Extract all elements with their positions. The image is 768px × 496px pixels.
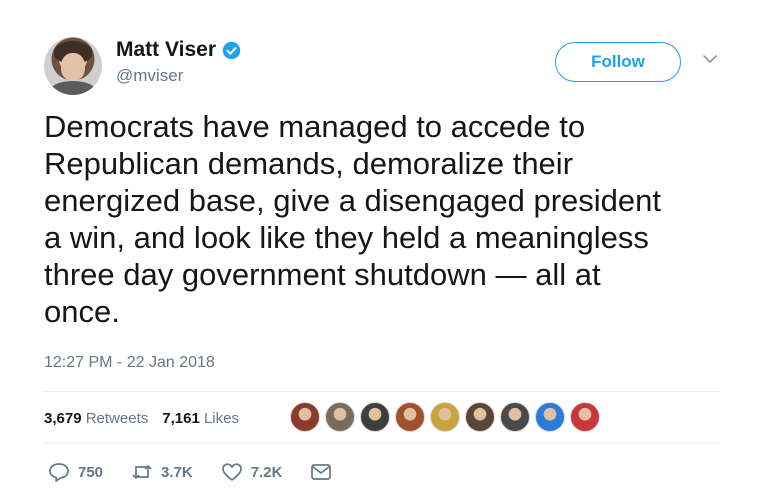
tweet-text: Democrats have managed to accede to Repu… bbox=[44, 109, 662, 329]
likers-avatars bbox=[290, 402, 600, 432]
direct-message-icon bbox=[311, 464, 332, 480]
retweet-icon bbox=[132, 465, 152, 479]
liker-avatar-8[interactable] bbox=[535, 402, 565, 432]
liker-avatar-6[interactable] bbox=[465, 402, 495, 432]
tweet-stats: 3,679 Retweets 7,161 Likes bbox=[44, 410, 239, 427]
retweets-stat[interactable]: 3,679 Retweets bbox=[44, 410, 148, 427]
divider-top bbox=[44, 391, 720, 392]
like-button[interactable]: 7.2K bbox=[221, 462, 283, 482]
author-display-name[interactable]: Matt Viser bbox=[116, 38, 241, 62]
divider-bottom bbox=[44, 443, 720, 444]
verified-icon bbox=[222, 41, 241, 59]
liker-avatar-5[interactable] bbox=[430, 402, 460, 432]
liker-avatar-4[interactable] bbox=[395, 402, 425, 432]
liker-avatar-7[interactable] bbox=[500, 402, 530, 432]
avatar-shirt bbox=[50, 81, 96, 95]
tweet-actions: 750 3.7K 7.2K bbox=[48, 462, 360, 482]
likes-stat[interactable]: 7,161 Likes bbox=[162, 410, 239, 427]
chevron-down-icon[interactable] bbox=[703, 54, 717, 64]
like-icon bbox=[221, 463, 242, 481]
like-count: 7.2K bbox=[250, 463, 283, 481]
reply-button[interactable]: 750 bbox=[48, 462, 103, 482]
retweets-label: Retweets bbox=[85, 410, 149, 427]
direct-message-button[interactable] bbox=[310, 462, 332, 482]
reply-count: 750 bbox=[78, 463, 104, 481]
retweets-count: 3,679 bbox=[44, 410, 82, 427]
tweet-timestamp[interactable]: 12:27 PM - 22 Jan 2018 bbox=[44, 354, 215, 372]
likes-label: Likes bbox=[203, 410, 239, 427]
retweet-count: 3.7K bbox=[161, 463, 193, 481]
avatar-face bbox=[61, 53, 85, 81]
author-handle[interactable]: @mviser bbox=[116, 66, 183, 86]
likes-count: 7,161 bbox=[162, 410, 200, 427]
liker-avatar-9[interactable] bbox=[570, 402, 600, 432]
author-avatar[interactable] bbox=[44, 37, 102, 95]
liker-avatar-2[interactable] bbox=[325, 402, 355, 432]
reply-icon bbox=[49, 463, 69, 482]
retweet-button[interactable]: 3.7K bbox=[131, 462, 193, 482]
author-name-text[interactable]: Matt Viser bbox=[116, 38, 216, 62]
follow-button[interactable]: Follow bbox=[555, 42, 681, 82]
liker-avatar-1[interactable] bbox=[290, 402, 320, 432]
liker-avatar-3[interactable] bbox=[360, 402, 390, 432]
